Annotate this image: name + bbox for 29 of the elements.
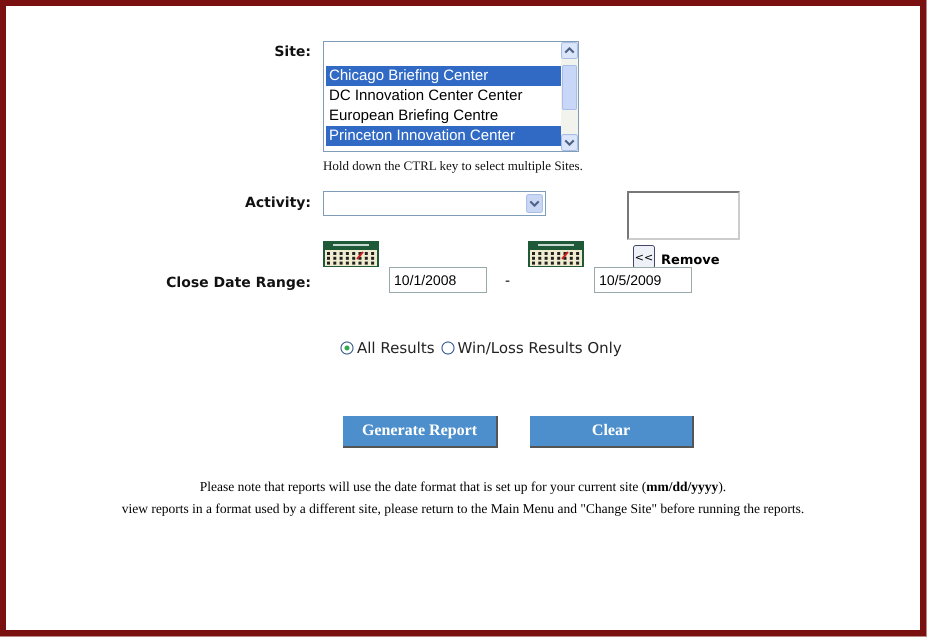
radio-icon[interactable]: [340, 341, 354, 355]
remove-label: Remove: [661, 252, 720, 268]
site-option[interactable]: European Briefing Centre: [326, 106, 561, 126]
date-range-label: Close Date Range:: [165, 275, 312, 293]
calendar-icon[interactable]: [323, 241, 379, 267]
result-radio[interactable]: Win/Loss Results Only: [440, 339, 622, 357]
activity-dropdown[interactable]: [323, 191, 546, 216]
site-option[interactable]: DC Innovation Center Center: [326, 86, 561, 106]
site-hint: Hold down the CTRL key to select multiple Sites.: [323, 158, 583, 174]
scroll-down-icon[interactable]: [561, 134, 578, 151]
activity-label: Activity:: [244, 194, 312, 211]
end-date-field[interactable]: 10/5/2009: [594, 267, 692, 293]
scroll-up-icon[interactable]: [561, 42, 578, 59]
start-date-field[interactable]: 10/1/2008: [389, 267, 487, 293]
remove-button[interactable]: <<: [633, 245, 655, 269]
radio-icon[interactable]: [440, 341, 455, 355]
site-option[interactable]: Princeton Innovation Center: [326, 126, 561, 146]
date-format-note: Please note that reports will use the date format that is set up for your current site (mm/dd/yyyy).: [198, 479, 728, 495]
scroll-thumb[interactable]: [562, 65, 577, 110]
site-label: Site:: [273, 43, 312, 62]
site-option[interactable]: Chicago Briefing Center: [326, 66, 561, 86]
dropdown-icon: [526, 194, 543, 213]
date-separator: -: [505, 273, 510, 289]
result-radio[interactable]: All Results: [340, 339, 435, 357]
scrollbar[interactable]: [561, 42, 578, 151]
calendar-icon[interactable]: [528, 241, 584, 267]
date-format-note: view reports in a format used by a different site, please return to the Main Menu and "Change Site" before running the reports.: [120, 501, 806, 517]
selected-activities-list[interactable]: [627, 191, 740, 240]
site-listbox[interactable]: Chicago Briefing Center DC Innovation Center Center European Briefing Centre Princeton Innovation Center: [323, 41, 579, 152]
